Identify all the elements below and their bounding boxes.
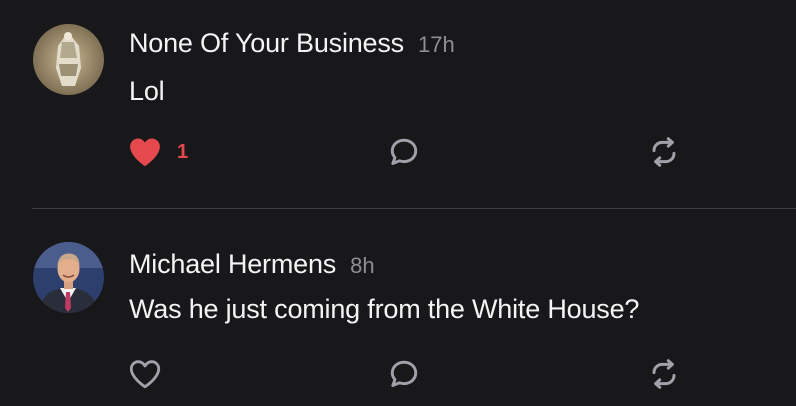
like-button[interactable] <box>128 356 177 392</box>
repost-icon <box>652 359 676 389</box>
reply-bubble-icon <box>390 138 418 165</box>
author-name[interactable]: None Of Your Business <box>129 28 404 59</box>
repost-button[interactable] <box>648 134 680 170</box>
timestamp[interactable]: 17h <box>418 32 455 58</box>
comment-text: Was he just coming from the White House? <box>129 294 640 324</box>
like-button[interactable]: 1 <box>128 134 188 170</box>
comment-text: Lol <box>129 76 165 106</box>
reply-button[interactable] <box>387 134 421 170</box>
repost-button[interactable] <box>648 356 680 392</box>
reply-button[interactable] <box>387 356 421 392</box>
comment-actions <box>0 356 796 392</box>
heart-outline-icon <box>129 360 161 389</box>
like-count: 1 <box>177 140 189 163</box>
heart-filled-icon <box>130 138 160 167</box>
avatar-image <box>33 242 104 313</box>
comment-actions: 1 <box>0 134 796 170</box>
comment-item: Michael Hermens 8h Was he just coming fr… <box>0 209 796 406</box>
avatar[interactable] <box>33 24 104 95</box>
comment-header: Michael Hermens 8h <box>129 249 375 280</box>
comment-header: None Of Your Business 17h <box>129 28 455 59</box>
comment-thread: None Of Your Business 17h Lol 1 Michael … <box>0 0 796 406</box>
reply-bubble-icon <box>390 360 418 387</box>
avatar[interactable] <box>33 242 104 313</box>
repost-icon <box>652 137 676 167</box>
comment-item: None Of Your Business 17h Lol 1 <box>0 0 796 208</box>
author-name[interactable]: Michael Hermens <box>129 249 336 280</box>
timestamp[interactable]: 8h <box>350 253 374 279</box>
avatar-image <box>33 24 104 95</box>
